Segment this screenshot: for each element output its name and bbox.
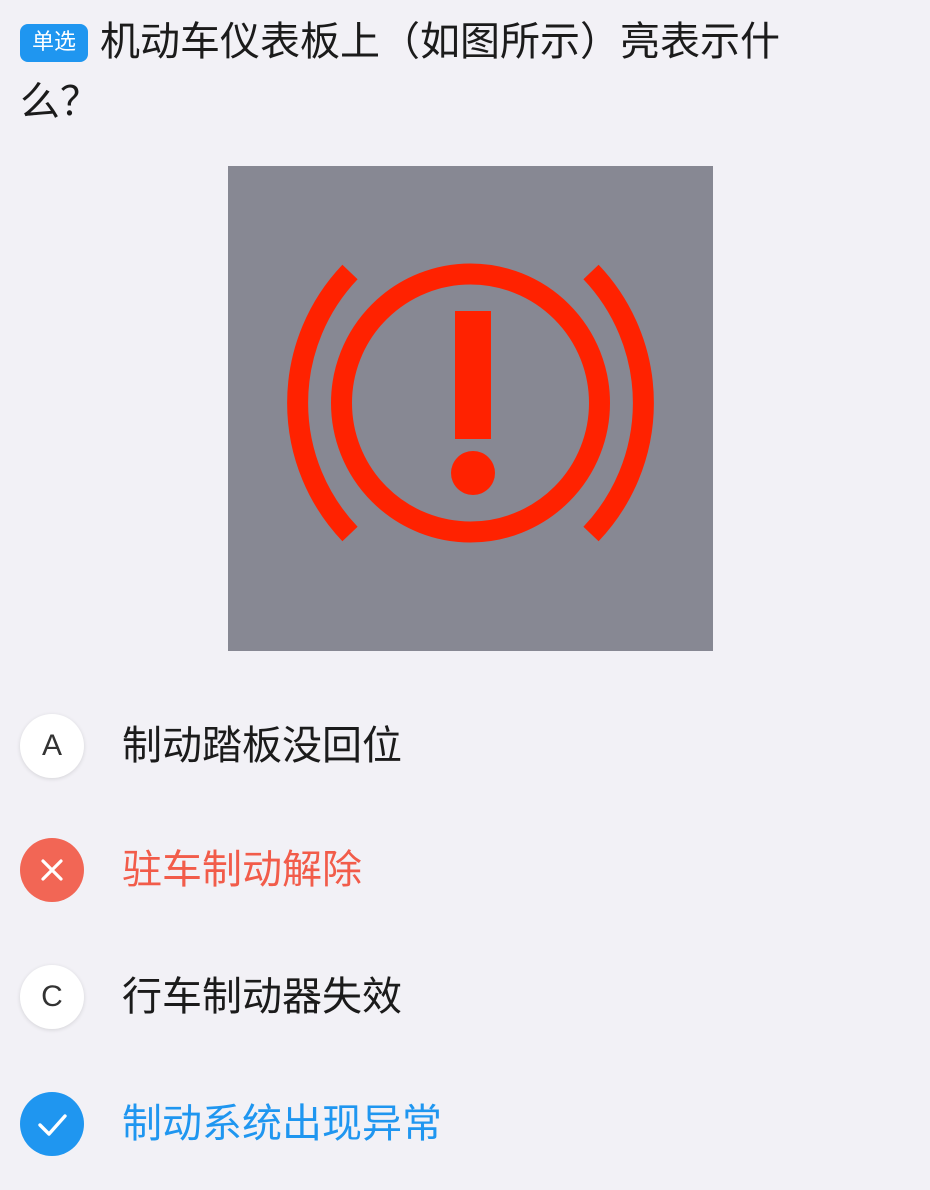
option-d-text: 制动系统出现异常 (122, 1101, 442, 1147)
option-b[interactable]: 驻车制动解除 (20, 838, 900, 904)
question-figure (228, 166, 713, 651)
brake-warning-icon (287, 263, 654, 543)
single-choice-badge: 单选 (20, 24, 89, 62)
option-c-text: 行车制动器失效 (122, 974, 402, 1020)
cross-icon (20, 838, 84, 902)
option-a[interactable]: A 制动踏板没回位 (20, 714, 900, 780)
option-c-marker: C (20, 965, 84, 1029)
check-icon (20, 1092, 84, 1156)
option-c[interactable]: C 行车制动器失效 (20, 965, 900, 1031)
question-text: 机动车仪表板上（如图所示）亮表示什么？ (20, 19, 781, 125)
question-title: 单选 机动车仪表板上（如图所示）亮表示什么？ (20, 12, 840, 132)
option-d[interactable]: 制动系统出现异常 (20, 1092, 900, 1158)
option-a-marker: A (20, 714, 84, 778)
option-a-text: 制动踏板没回位 (122, 723, 402, 769)
option-b-text: 驻车制动解除 (122, 847, 362, 893)
